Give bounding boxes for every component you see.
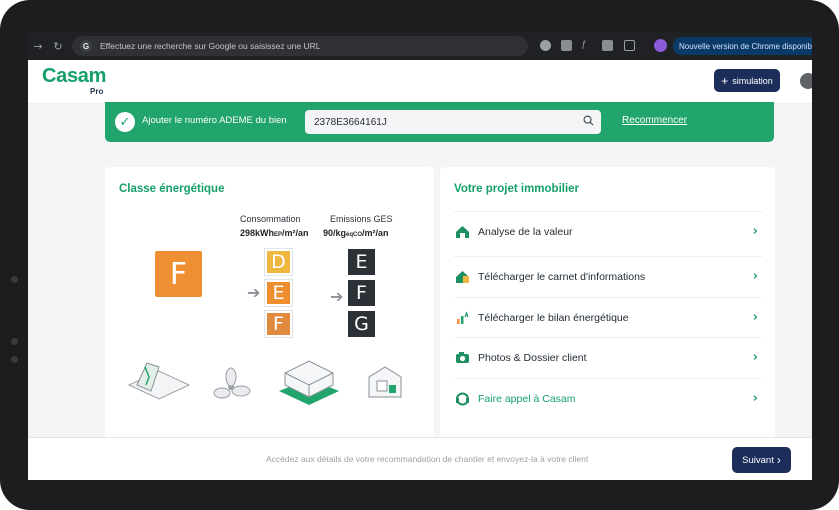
profile-avatar[interactable] [654, 39, 667, 52]
consumption-class-tile: E [265, 280, 292, 306]
address-bar[interactable]: G Effectuez une recherche sur Google ou … [72, 36, 528, 56]
extension-icon[interactable] [561, 40, 572, 51]
project-item-photos[interactable]: Photos & Dossier client › [454, 337, 762, 377]
ges-value: 90/kgéqCO/m²/an [323, 228, 389, 238]
chevron-right-icon: › [752, 269, 758, 284]
project-item-download-energy-report[interactable]: Télécharger le bilan énergétique › [454, 297, 762, 337]
project-card: Votre projet immobilier Analyse de la va… [440, 167, 775, 467]
simulation-label: simulation [732, 75, 773, 86]
house-icon [279, 360, 339, 405]
address-bar-placeholder: Effectuez une recherche sur Google ou sa… [100, 41, 321, 51]
frame-sensor-dot [11, 338, 18, 345]
google-icon: G [80, 40, 92, 52]
project-item-label: Analyse de la valeur [478, 225, 573, 238]
new-simulation-button[interactable]: + simulation [714, 69, 780, 92]
chevron-right-icon: › [752, 350, 758, 365]
user-avatar[interactable] [800, 73, 812, 89]
consumption-class-tile: F [265, 311, 292, 337]
tablet-frame: → ↻ G Effectuez une recherche sur Google… [0, 0, 839, 510]
plus-icon: + [721, 73, 729, 88]
ges-class-tile: F [348, 280, 375, 306]
project-item-contact-casam[interactable]: Faire appel à Casam › [454, 378, 762, 418]
ges-class-tile: G [348, 311, 375, 337]
energy-class-title: Classe énergétique [119, 183, 225, 195]
ademe-label: Ajouter le numéro ADEME du bien [142, 115, 287, 126]
fx-extension-icon[interactable]: ƒ [581, 39, 592, 50]
extension-icon[interactable] [540, 40, 551, 51]
project-item-download-logbook[interactable]: Télécharger le carnet d'informations › [454, 256, 762, 296]
project-title: Votre projet immobilier [454, 183, 580, 195]
forward-icon[interactable]: → [28, 40, 48, 53]
chevron-right-icon: › [776, 453, 781, 467]
consumption-value: 298kWhEP/m²/an [240, 228, 309, 238]
ademe-bar: ✓ Ajouter le numéro ADEME du bien 2378E3… [105, 102, 774, 142]
energy-bars-icon [454, 310, 470, 326]
ademe-number-value: 2378E3664161J [314, 116, 387, 128]
footer-hint: Accédez aux détails de votre recommandat… [266, 454, 589, 464]
ges-class-tile: E [348, 249, 375, 275]
support-icon [454, 391, 470, 407]
project-item-label: Photos & Dossier client [478, 351, 587, 364]
chevron-right-icon: › [752, 224, 758, 239]
check-icon: ✓ [115, 112, 135, 132]
ademe-number-input[interactable]: 2378E3664161J [305, 110, 601, 134]
extension-icon[interactable] [602, 40, 613, 51]
ventilation-fan-icon [213, 367, 251, 399]
chrome-update-banner[interactable]: Nouvelle version de Chrome disponible [673, 37, 812, 55]
current-energy-class: F [155, 251, 202, 297]
project-item-value-analysis[interactable]: Analyse de la valeur › [454, 211, 762, 251]
chevron-right-icon: › [752, 391, 758, 406]
reload-icon[interactable]: ↻ [48, 40, 68, 53]
house-document-icon [454, 269, 470, 285]
browser-toolbar: → ↻ G Effectuez une recherche sur Google… [28, 32, 812, 60]
ges-heading: Emissions GES [330, 214, 393, 224]
renovation-illustrations [127, 360, 402, 405]
project-item-label: Faire appel à Casam [478, 392, 576, 405]
house-value-icon [454, 224, 470, 240]
app-header: Casam Pro + simulation [28, 60, 812, 104]
frame-camera-dot [11, 276, 18, 283]
wall-insulation-icon [127, 362, 191, 400]
arrow-right-icon: ➔ [330, 287, 344, 306]
reset-link[interactable]: Recommencer [622, 115, 687, 126]
footer-bar: Accédez aux détails de votre recommandat… [28, 437, 812, 480]
consumption-class-tile: D [265, 249, 292, 275]
next-button-label: Suivant [742, 454, 774, 466]
project-item-label: Télécharger le bilan énergétique [478, 311, 629, 324]
frame-sensor-dot [11, 356, 18, 363]
energy-class-card: Classe énergétique F Consommation 298kWh… [105, 167, 434, 467]
next-button[interactable]: Suivant › [732, 447, 791, 473]
camera-icon [454, 350, 470, 366]
project-item-label: Télécharger le carnet d'informations [478, 270, 646, 283]
screen: → ↻ G Effectuez une recherche sur Google… [28, 32, 812, 480]
house-window-icon [368, 366, 402, 398]
consumption-heading: Consommation [240, 214, 301, 224]
search-icon[interactable] [583, 115, 594, 126]
arrow-right-icon: ➔ [247, 283, 261, 302]
puzzle-icon[interactable] [624, 40, 635, 51]
chevron-right-icon: › [752, 310, 758, 325]
logo[interactable]: Casam [42, 65, 106, 88]
logo-subtitle: Pro [90, 87, 104, 96]
